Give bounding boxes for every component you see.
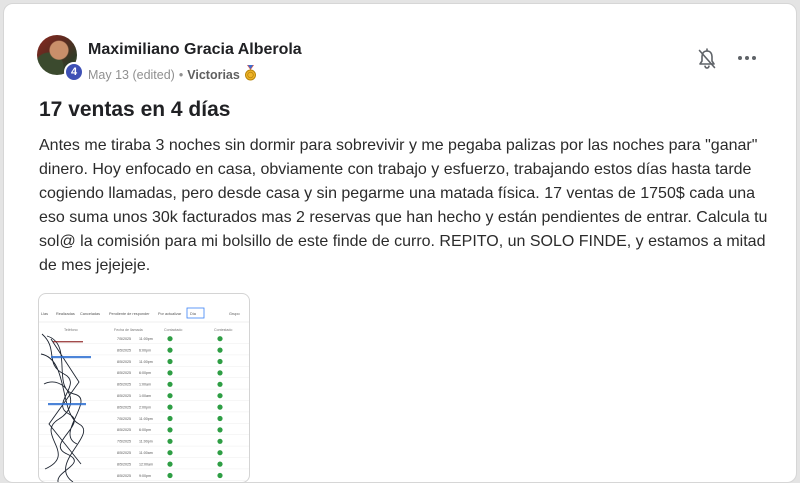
row-time: 6:00pm <box>139 428 151 432</box>
check-icon <box>167 393 173 399</box>
row-time: 2:00pm <box>139 405 151 409</box>
redaction-mark <box>48 403 86 406</box>
check-icon <box>217 438 223 444</box>
row-date: 8/5/2025 <box>117 451 131 455</box>
post-card: 4 Maximiliano Gracia Alberola May 13 (ed… <box>3 3 797 483</box>
check-icon <box>217 427 223 433</box>
column-header: Contactado <box>164 328 182 332</box>
row-date: 7/5/2025 <box>117 337 131 341</box>
row-date: 8/5/2025 <box>117 348 131 352</box>
row-date: 8/5/2025 <box>117 405 131 409</box>
check-icon <box>167 472 173 479</box>
medal-icon <box>244 65 257 84</box>
row-time: 11:00pm <box>139 440 153 444</box>
check-icon <box>167 381 173 387</box>
row-time: 6:00pm <box>139 348 151 352</box>
check-icon <box>217 415 223 422</box>
row-date: 8/5/2025 <box>117 360 131 364</box>
tab-label: Grupo <box>229 312 240 316</box>
check-icon <box>167 415 173 422</box>
row-date: 7/5/2025 <box>117 440 131 444</box>
tab-label: Por actualizar <box>158 312 182 316</box>
redaction-mark <box>53 341 83 343</box>
more-options-icon[interactable] <box>737 50 757 66</box>
row-time: 12:00am <box>139 462 153 466</box>
row-time: 11:00am <box>139 451 153 455</box>
author-avatar-wrap[interactable]: 4 <box>37 35 84 82</box>
tab-label: Realizadas <box>56 312 75 316</box>
meta-separator: • <box>178 67 184 82</box>
check-icon <box>217 450 223 456</box>
check-icon <box>167 404 173 410</box>
row-time: 1:00am <box>139 394 151 398</box>
row-time: 1:00am <box>139 383 151 387</box>
row-date: 8/5/2025 <box>117 394 131 398</box>
post-attachment-image[interactable]: Llas Realizadas Canceladas Pendiente de res… <box>38 293 250 483</box>
tab-label: Canceladas <box>80 312 100 316</box>
tab-label: Día <box>190 312 197 316</box>
check-icon <box>167 336 173 342</box>
row-time: 11:00pm <box>139 417 153 421</box>
post-title: 17 ventas en 4 días <box>39 98 231 121</box>
tab-label: Pendiente de responder <box>109 312 150 316</box>
redaction-mark <box>51 356 91 359</box>
row-date: 8/5/2025 <box>117 428 131 432</box>
check-icon <box>217 336 223 342</box>
level-badge: 4 <box>64 62 84 82</box>
post-category[interactable]: Victorias <box>187 68 240 82</box>
check-icon <box>167 427 173 433</box>
row-date: 8/5/2025 <box>117 383 131 387</box>
check-icon <box>167 358 173 365</box>
check-icon <box>217 393 223 399</box>
check-icon <box>217 370 223 376</box>
row-date: 8/5/2025 <box>117 462 131 466</box>
check-icon <box>167 347 173 353</box>
row-time: 11:00pm <box>139 337 153 341</box>
check-icon <box>167 461 173 467</box>
check-icon <box>167 450 173 456</box>
check-icon <box>167 438 173 444</box>
post-date[interactable]: May 13 (edited) <box>88 68 175 82</box>
row-time: 11:00pm <box>139 360 153 364</box>
author-name[interactable]: Maximiliano Gracia Alberola <box>88 41 302 59</box>
row-date: 7/5/2025 <box>117 417 131 421</box>
check-icon <box>217 358 223 365</box>
post-body: Antes me tiraba 3 noches sin dormir para… <box>39 137 768 274</box>
bell-off-icon[interactable] <box>697 48 717 70</box>
row-time: 9:00pm <box>139 474 151 478</box>
column-header: Teléfono <box>64 328 78 332</box>
post-meta: May 13 (edited) • Victorias <box>88 65 257 84</box>
check-icon <box>217 472 223 479</box>
check-icon <box>217 347 223 353</box>
check-icon <box>217 404 223 410</box>
check-icon <box>167 370 173 376</box>
tab-label: Llas <box>41 312 48 316</box>
check-icon <box>217 461 223 467</box>
row-date: 8/5/2025 <box>117 371 131 375</box>
row-time: 6:00pm <box>139 371 151 375</box>
column-header: Contestado <box>214 328 232 332</box>
column-header: Fecha de llamada <box>114 328 143 332</box>
row-date: 8/5/2025 <box>117 474 131 478</box>
check-icon <box>217 381 223 387</box>
